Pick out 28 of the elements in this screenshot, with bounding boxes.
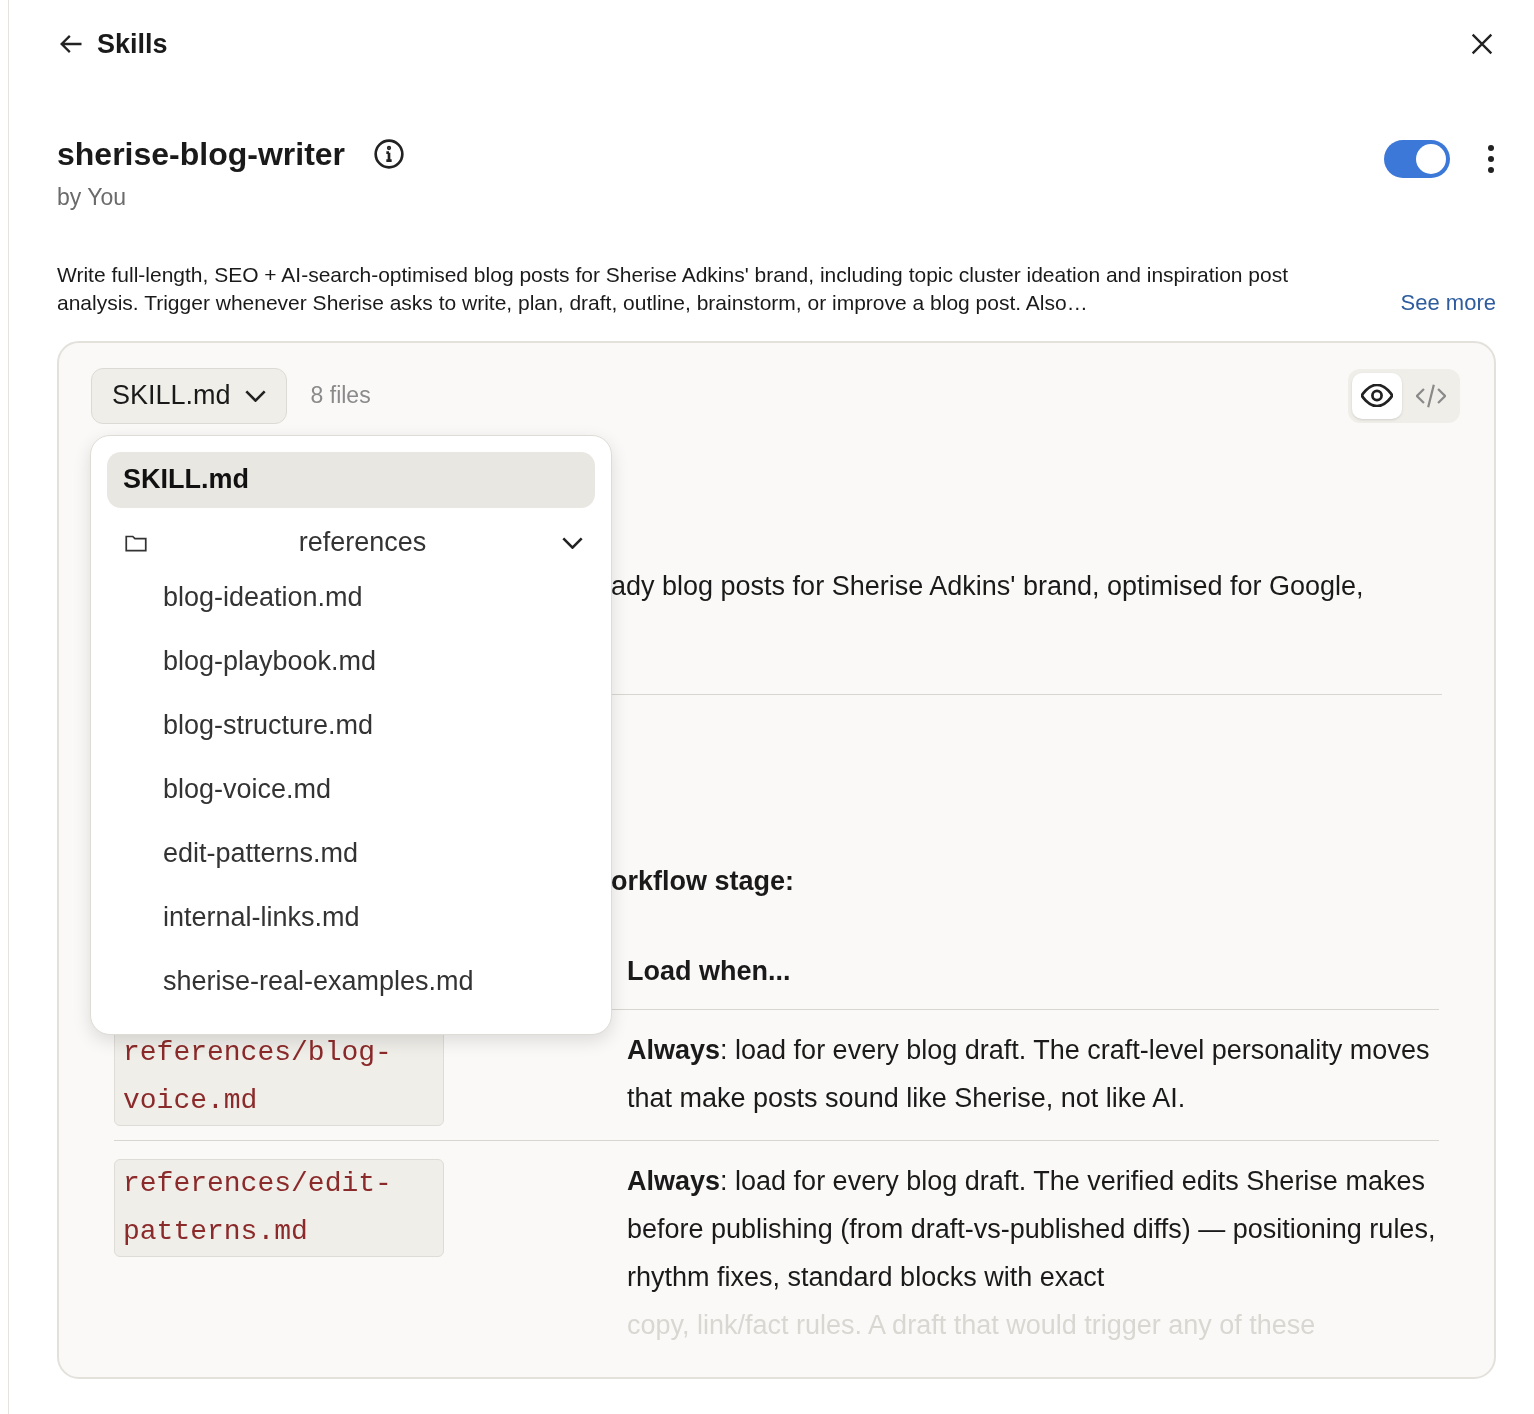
code-icon — [1416, 383, 1446, 408]
file-count: 8 files — [310, 381, 371, 411]
eye-icon — [1361, 384, 1393, 407]
skill-title: sherise-blog-writer — [57, 135, 346, 174]
file-menu-item[interactable]: edit-patterns.md — [107, 821, 595, 886]
file-menu-item[interactable]: blog-structure.md — [107, 693, 595, 758]
section-heading: orkflow stage: — [611, 865, 795, 896]
author-label: by You — [57, 183, 128, 212]
file-menu-item[interactable]: internal-links.md — [107, 885, 595, 950]
column-header: Load when... — [627, 955, 791, 986]
load-condition-text: Always: load for every blog draft. The craft-level personality moves that make posts sound like Sherise, not like AI. — [627, 1033, 1431, 1115]
paragraph-text: ady blog posts for Sherise Adkins' brand, optimised for Google, — [611, 570, 1364, 601]
chevron-down-icon — [562, 536, 583, 549]
see-more-link[interactable]: See more — [1400, 288, 1496, 317]
file-menu-item[interactable]: sherise-real-examples.md — [107, 949, 595, 1014]
file-path-code: references/edit-patterns.md — [114, 1158, 444, 1257]
more-options-icon[interactable] — [1486, 143, 1496, 175]
file-menu-item[interactable]: blog-playbook.md — [107, 629, 595, 694]
file-menu-item[interactable]: SKILL.md — [107, 451, 595, 508]
file-menu-item[interactable]: blog-voice.md — [107, 757, 595, 822]
back-button[interactable]: Skills — [57, 23, 168, 65]
skill-description: Write full-length, SEO + AI-search-optimised blog posts for Sherise Adkins' brand, including topic cluster ideation and inspiration post analysis. Trigger whenever Sherise asks to write, plan, draft, outline, brainstorm, or improve a blog post. Also… — [57, 261, 1290, 316]
enable-toggle[interactable] — [1384, 140, 1450, 178]
chevron-down-icon — [244, 389, 266, 402]
load-condition-text: Always: load for every blog draft. The verified edits Sherise makes before publishing (from draft-vs-published diffs) — positioning rules, rhythm fixes, standard blocks with exact — [627, 1164, 1437, 1294]
preview-eye-tab[interactable] — [1352, 372, 1402, 419]
file-picker-dropdown[interactable]: SKILL.md — [91, 367, 287, 424]
info-icon[interactable] — [373, 138, 406, 170]
